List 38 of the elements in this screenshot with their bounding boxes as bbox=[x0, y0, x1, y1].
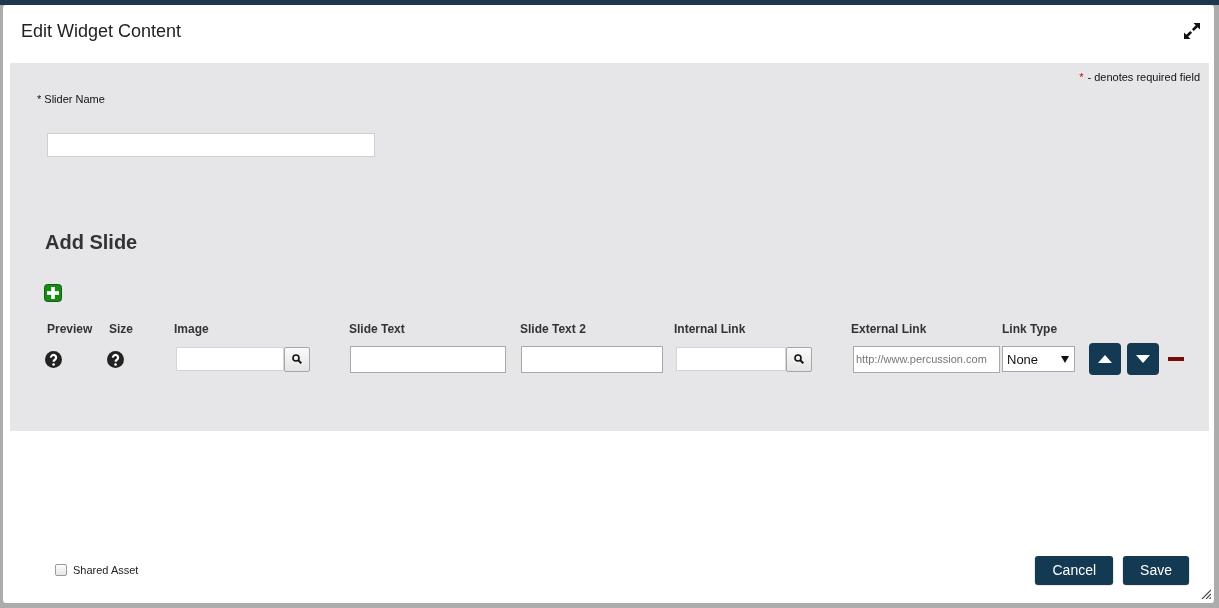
input-field[interactable] bbox=[676, 347, 786, 371]
caret-down-icon bbox=[1061, 355, 1069, 363]
input-field[interactable]: http://www.percussion.com bbox=[853, 345, 1000, 373]
section-heading: Add Slide bbox=[45, 230, 138, 254]
column-header: Image bbox=[174, 322, 210, 336]
field-label: * Slider Name bbox=[37, 92, 105, 106]
input-field[interactable] bbox=[176, 347, 284, 371]
dialog-title: Edit Widget Content bbox=[21, 20, 182, 42]
search-icon bbox=[794, 354, 804, 364]
column-header: Link Type bbox=[1002, 322, 1059, 336]
search-button[interactable] bbox=[284, 346, 310, 372]
slider-name-field[interactable] bbox=[47, 133, 375, 157]
input-field[interactable] bbox=[521, 345, 663, 373]
column-header: Slide Text 2 bbox=[520, 322, 587, 336]
search-icon bbox=[292, 354, 302, 364]
search-button[interactable] bbox=[786, 346, 812, 372]
column-header: Internal Link bbox=[674, 322, 747, 336]
link-type-dropdown[interactable]: None bbox=[1002, 346, 1075, 372]
save-button[interactable]: Save bbox=[1123, 556, 1189, 584]
column-header: Size bbox=[109, 322, 134, 336]
column-header: Preview bbox=[47, 322, 94, 336]
cancel-button[interactable]: Cancel bbox=[1035, 556, 1114, 584]
required-note: - denotes required field bbox=[1087, 70, 1200, 84]
resize-grip-icon[interactable] bbox=[1201, 589, 1211, 599]
caret-up-icon bbox=[1098, 355, 1112, 363]
move-down-button[interactable] bbox=[1127, 343, 1159, 375]
column-header: Slide Text bbox=[349, 322, 406, 336]
input-field[interactable] bbox=[350, 345, 506, 373]
checkbox-label: Shared Asset bbox=[73, 563, 139, 577]
column-header: External Link bbox=[851, 322, 928, 336]
required-mark: * bbox=[1079, 70, 1084, 84]
help-icon bbox=[107, 350, 124, 368]
move-up-button[interactable] bbox=[1089, 343, 1121, 375]
caret-down-icon bbox=[1136, 355, 1150, 363]
checkbox[interactable] bbox=[55, 564, 67, 576]
help-icon bbox=[45, 350, 62, 368]
add-icon[interactable] bbox=[44, 284, 62, 302]
expand-icon[interactable] bbox=[1184, 23, 1200, 39]
